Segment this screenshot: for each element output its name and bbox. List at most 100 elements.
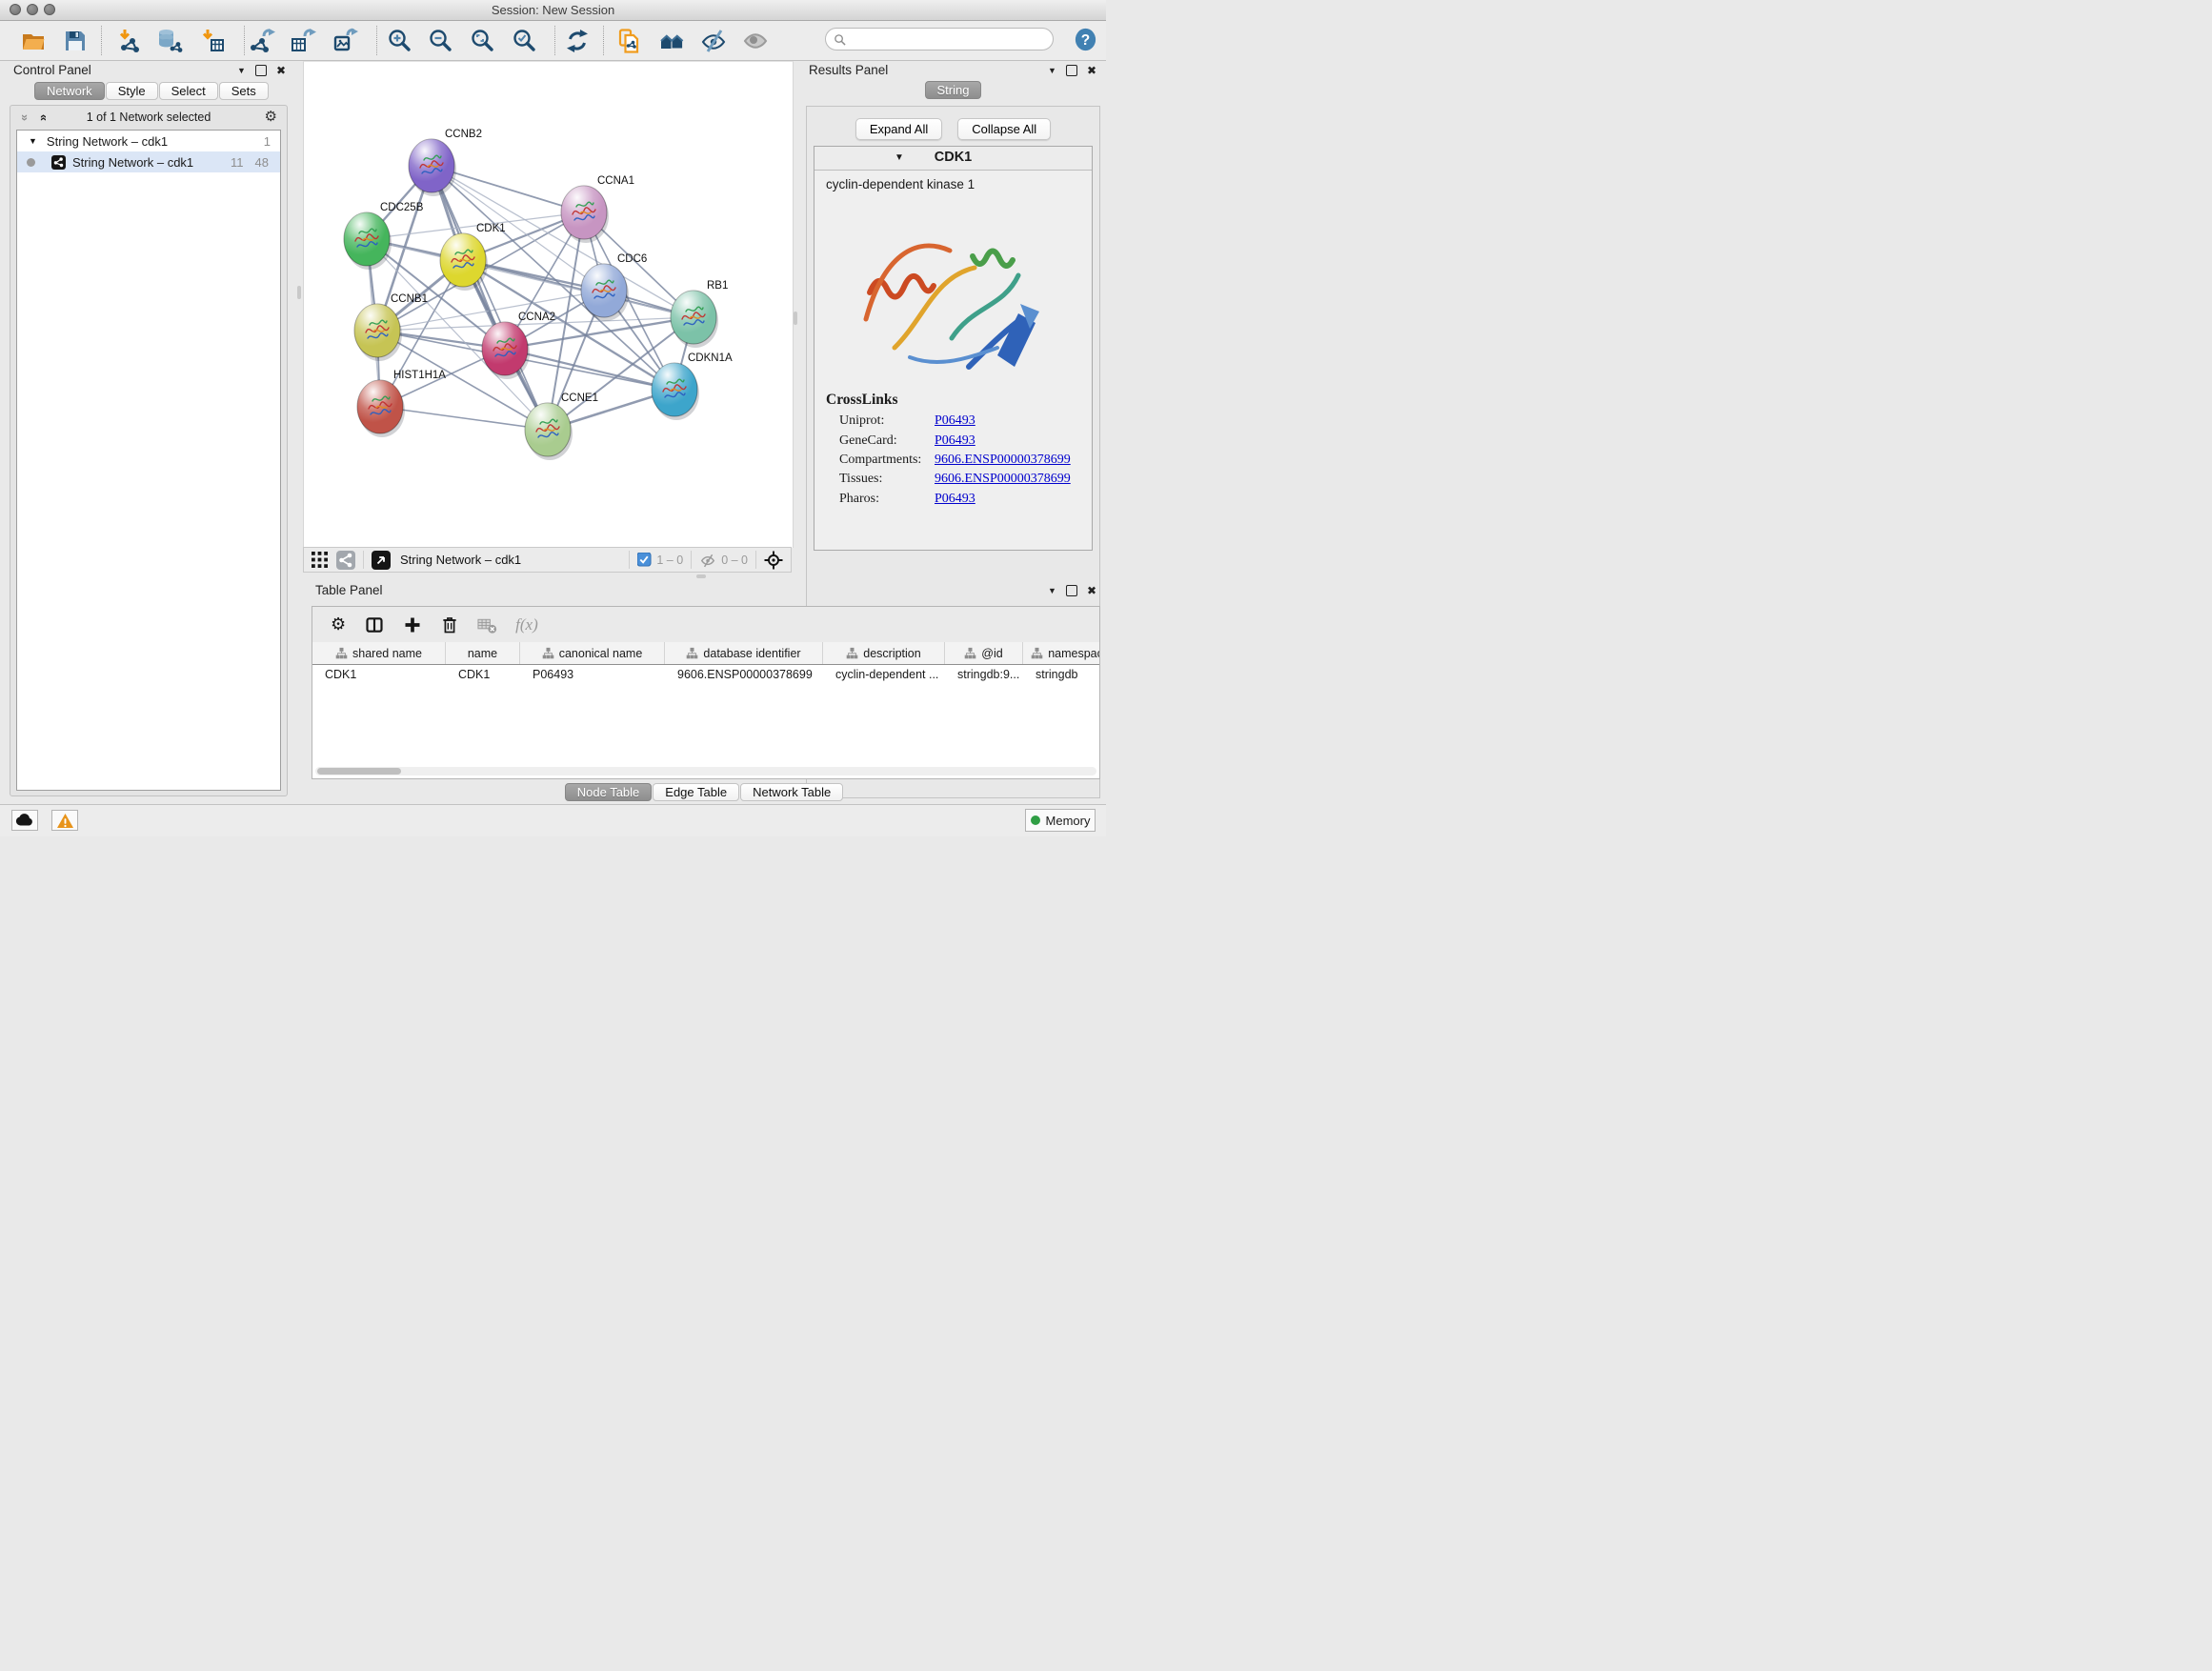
protein-card-header[interactable]: ▼ CDK1 bbox=[814, 147, 1092, 171]
zoom-in-icon[interactable] bbox=[387, 28, 413, 54]
node-HIST1H1A[interactable]: HIST1H1A bbox=[357, 370, 446, 437]
collapse-all-button[interactable]: Collapse All bbox=[957, 118, 1051, 140]
crosslink-label: GeneCard: bbox=[839, 433, 935, 449]
column-header-canonical-name[interactable]: canonical name bbox=[520, 642, 665, 664]
node-CCNA1[interactable]: CCNA1 bbox=[561, 175, 634, 243]
fit-target-icon[interactable] bbox=[764, 551, 783, 570]
column-header-name[interactable]: name bbox=[446, 642, 520, 664]
function-builder-icon[interactable]: f(x) bbox=[515, 615, 538, 634]
node-table-row[interactable]: CDK1CDK1P064939606.ENSP00000378699cyclin… bbox=[312, 665, 1100, 684]
node-CDC6[interactable]: CDC6 bbox=[581, 253, 647, 321]
memory-button[interactable]: Memory bbox=[1025, 809, 1096, 832]
save-session-icon[interactable] bbox=[62, 28, 89, 54]
tab-network-table[interactable]: Network Table bbox=[740, 783, 843, 801]
selected-checkbox-icon[interactable] bbox=[637, 553, 652, 567]
table-cell[interactable]: stringdb bbox=[1023, 665, 1100, 684]
export-table-icon[interactable] bbox=[290, 28, 316, 54]
export-network-icon[interactable] bbox=[249, 28, 275, 54]
table-cell[interactable]: 9606.ENSP00000378699 bbox=[665, 665, 823, 684]
column-header-database-identifier[interactable]: database identifier bbox=[665, 642, 823, 664]
table-cell[interactable]: cyclin-dependent ... bbox=[823, 665, 945, 684]
column-header-shared-name[interactable]: shared name bbox=[312, 642, 446, 664]
results-panel-close-icon[interactable]: ✖ bbox=[1087, 64, 1096, 77]
node-CCNB2[interactable]: CCNB2 bbox=[409, 129, 482, 196]
edge-CCNE1-HIST1H1A[interactable] bbox=[380, 407, 548, 430]
table-panel-menu-icon[interactable]: ▼ bbox=[1048, 586, 1056, 595]
duplicate-network-icon[interactable] bbox=[616, 28, 643, 54]
grid-view-icon[interactable] bbox=[312, 552, 328, 568]
crosslink-value-link[interactable]: 9606.ENSP00000378699 bbox=[935, 472, 1071, 487]
node-CCNB1[interactable]: CCNB1 bbox=[354, 293, 428, 361]
node-label-CCNA2: CCNA2 bbox=[518, 312, 555, 323]
node-CDKN1A[interactable]: CDKN1A bbox=[652, 352, 733, 420]
hide-eye-icon[interactable] bbox=[700, 28, 727, 54]
node-RB1[interactable]: RB1 bbox=[671, 280, 728, 348]
zoom-out-icon[interactable] bbox=[428, 28, 454, 54]
control-panel-float-icon[interactable] bbox=[255, 65, 267, 76]
tab-edge-table[interactable]: Edge Table bbox=[653, 783, 739, 801]
splitter-grip[interactable] bbox=[297, 286, 301, 299]
search-input[interactable] bbox=[850, 31, 1053, 47]
delete-table-icon[interactable] bbox=[477, 615, 497, 634]
import-network-database-icon[interactable] bbox=[156, 28, 183, 54]
warning-button[interactable] bbox=[51, 810, 78, 831]
network-row[interactable]: String Network – cdk1 11 48 bbox=[17, 151, 280, 172]
tab-network[interactable]: Network bbox=[34, 82, 105, 100]
table-options-gear-icon[interactable]: ⚙ bbox=[331, 614, 346, 634]
refresh-view-icon[interactable] bbox=[564, 28, 591, 54]
table-cell[interactable]: stringdb:9... bbox=[945, 665, 1023, 684]
table-cell[interactable]: CDK1 bbox=[446, 665, 520, 684]
table-cell[interactable]: P06493 bbox=[520, 665, 665, 684]
tab-string[interactable]: String bbox=[925, 81, 982, 99]
network-options-gear-icon[interactable]: ⚙ bbox=[265, 108, 277, 125]
edge-CCNB2-CCNE1[interactable] bbox=[432, 166, 548, 430]
open-session-icon[interactable] bbox=[20, 28, 47, 54]
delete-column-trash-icon[interactable] bbox=[440, 615, 459, 634]
results-panel-menu-icon[interactable]: ▼ bbox=[1048, 66, 1056, 75]
collection-caret-icon[interactable]: ▼ bbox=[29, 136, 37, 146]
network-collection-row[interactable]: ▼ String Network – cdk1 1 bbox=[17, 131, 280, 151]
crosslink-value-link[interactable]: P06493 bbox=[935, 492, 975, 507]
control-panel-menu-icon[interactable]: ▼ bbox=[237, 66, 246, 75]
open-view-icon[interactable] bbox=[372, 551, 391, 570]
show-columns-icon[interactable] bbox=[364, 615, 385, 634]
scrollbar-thumb[interactable] bbox=[317, 768, 401, 775]
results-panel-float-icon[interactable] bbox=[1066, 65, 1077, 76]
node-CDC25B[interactable]: CDC25B bbox=[344, 202, 424, 270]
node-table-container: ⚙ f(x) shared namenamecanonical namedata… bbox=[312, 606, 1100, 779]
tab-select[interactable]: Select bbox=[159, 82, 218, 100]
hidden-eye-icon[interactable] bbox=[699, 553, 716, 568]
import-network-file-icon[interactable] bbox=[116, 28, 143, 54]
table-panel-close-icon[interactable]: ✖ bbox=[1087, 584, 1096, 597]
help-icon[interactable]: ? bbox=[1073, 27, 1099, 53]
protein-name: CDK1 bbox=[814, 150, 1092, 165]
splitter-grip[interactable] bbox=[794, 312, 797, 325]
crosslink-value-link[interactable]: P06493 bbox=[935, 433, 975, 449]
crosslink-value-link[interactable]: 9606.ENSP00000378699 bbox=[935, 453, 1071, 468]
table-cell[interactable]: CDK1 bbox=[312, 665, 446, 684]
table-panel-float-icon[interactable] bbox=[1066, 585, 1077, 596]
node-label-CCNE1: CCNE1 bbox=[561, 393, 598, 404]
network-badge-icon[interactable] bbox=[336, 551, 355, 570]
export-image-icon[interactable] bbox=[332, 28, 358, 54]
column-header--id[interactable]: @id bbox=[945, 642, 1023, 664]
houses-icon[interactable] bbox=[659, 28, 686, 54]
tab-sets[interactable]: Sets bbox=[219, 82, 269, 100]
zoom-selected-icon[interactable] bbox=[512, 28, 538, 54]
zoom-fit-icon[interactable] bbox=[470, 28, 496, 54]
cloud-button[interactable] bbox=[11, 810, 38, 831]
show-eye-icon[interactable] bbox=[742, 28, 769, 54]
table-panel: Table Panel ▼ ✖ ⚙ f(x) shared namenameca… bbox=[303, 577, 1106, 804]
crosslink-row: Compartments:9606.ENSP00000378699 bbox=[814, 451, 1092, 470]
expand-all-button[interactable]: Expand All bbox=[855, 118, 942, 140]
control-panel-close-icon[interactable]: ✖ bbox=[276, 64, 286, 77]
tab-style[interactable]: Style bbox=[106, 82, 158, 100]
column-header-description[interactable]: description bbox=[823, 642, 945, 664]
column-header-namespace[interactable]: namespace bbox=[1023, 642, 1100, 664]
tab-node-table[interactable]: Node Table bbox=[565, 783, 653, 801]
crosslink-value-link[interactable]: P06493 bbox=[935, 413, 975, 429]
table-horizontal-scrollbar[interactable] bbox=[315, 767, 1096, 775]
create-column-plus-icon[interactable] bbox=[403, 615, 422, 634]
network-canvas[interactable]: CCNB2CCNA1CDC25BCDK1CDC6RB1CCNB1CCNA2CDK… bbox=[303, 61, 794, 548]
import-table-file-icon[interactable] bbox=[199, 28, 226, 54]
